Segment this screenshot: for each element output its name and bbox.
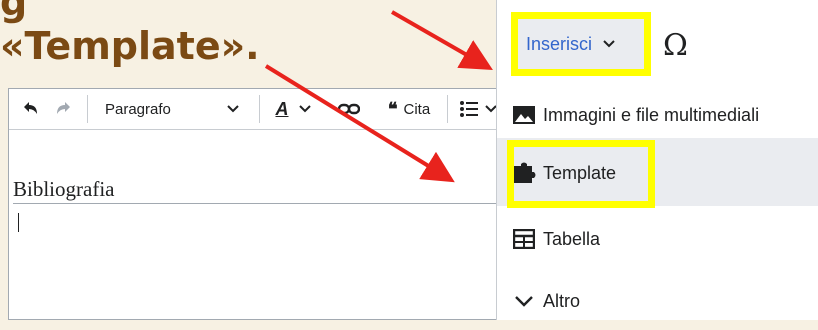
table-icon [511, 226, 537, 252]
menu-item-more[interactable]: Altro [511, 272, 818, 330]
heading-underline [13, 203, 515, 204]
arrow-to-insert-menu [391, 10, 493, 70]
toolbar-divider [259, 95, 260, 123]
chevron-down-icon [603, 40, 615, 48]
section-heading[interactable]: Bibliografia [13, 177, 114, 202]
instruction-text: «Template». [0, 24, 260, 68]
cite-label: Cita [403, 100, 431, 118]
visual-editor: Paragrafo A ❝ Cita Bibliografia [8, 88, 516, 320]
puzzle-icon [511, 160, 537, 186]
image-icon [511, 102, 537, 128]
menu-item-template[interactable]: Template [511, 144, 818, 202]
menu-item-table[interactable]: Tabella [511, 210, 818, 268]
link-button[interactable] [331, 89, 367, 129]
insert-menu-button[interactable]: Inserisci [511, 12, 651, 76]
menu-item-label: Tabella [543, 228, 601, 249]
menu-item-media[interactable]: Immagini e file multimediali [511, 86, 818, 144]
text-style-dropdown[interactable]: A [265, 89, 321, 129]
text-style-icon: A [275, 98, 289, 119]
toolbar-divider [447, 95, 448, 123]
chevron-down-icon [298, 105, 311, 113]
menu-item-label: Template [543, 162, 617, 183]
bulleted-list-icon [460, 101, 478, 117]
chevron-down-icon [227, 105, 239, 113]
toolbar-divider [87, 95, 88, 123]
insert-menu-label: Inserisci [526, 33, 593, 54]
text-cursor [18, 213, 19, 232]
link-icon [338, 103, 360, 115]
menu-item-label: Immagini e file multimediali [543, 104, 760, 125]
chevron-down-icon [511, 288, 537, 314]
special-character-button[interactable]: Ω [663, 28, 688, 63]
editor-toolbar: Paragrafo A ❝ Cita [9, 89, 515, 130]
undo-button[interactable] [15, 89, 45, 129]
paragraph-format-label: Paragrafo [105, 100, 171, 118]
quote-icon: ❝ [387, 98, 398, 119]
paragraph-format-dropdown[interactable]: Paragrafo [105, 89, 255, 129]
undo-icon [24, 102, 37, 114]
instruction-text-partial: g [0, 0, 28, 24]
insert-menu-panel: Inserisci Ω Immagini e file multimediali… [496, 0, 818, 320]
redo-icon [57, 102, 70, 114]
cite-button[interactable]: ❝ Cita [381, 89, 437, 129]
redo-button[interactable] [49, 89, 79, 129]
menu-item-label: Altro [543, 290, 581, 311]
